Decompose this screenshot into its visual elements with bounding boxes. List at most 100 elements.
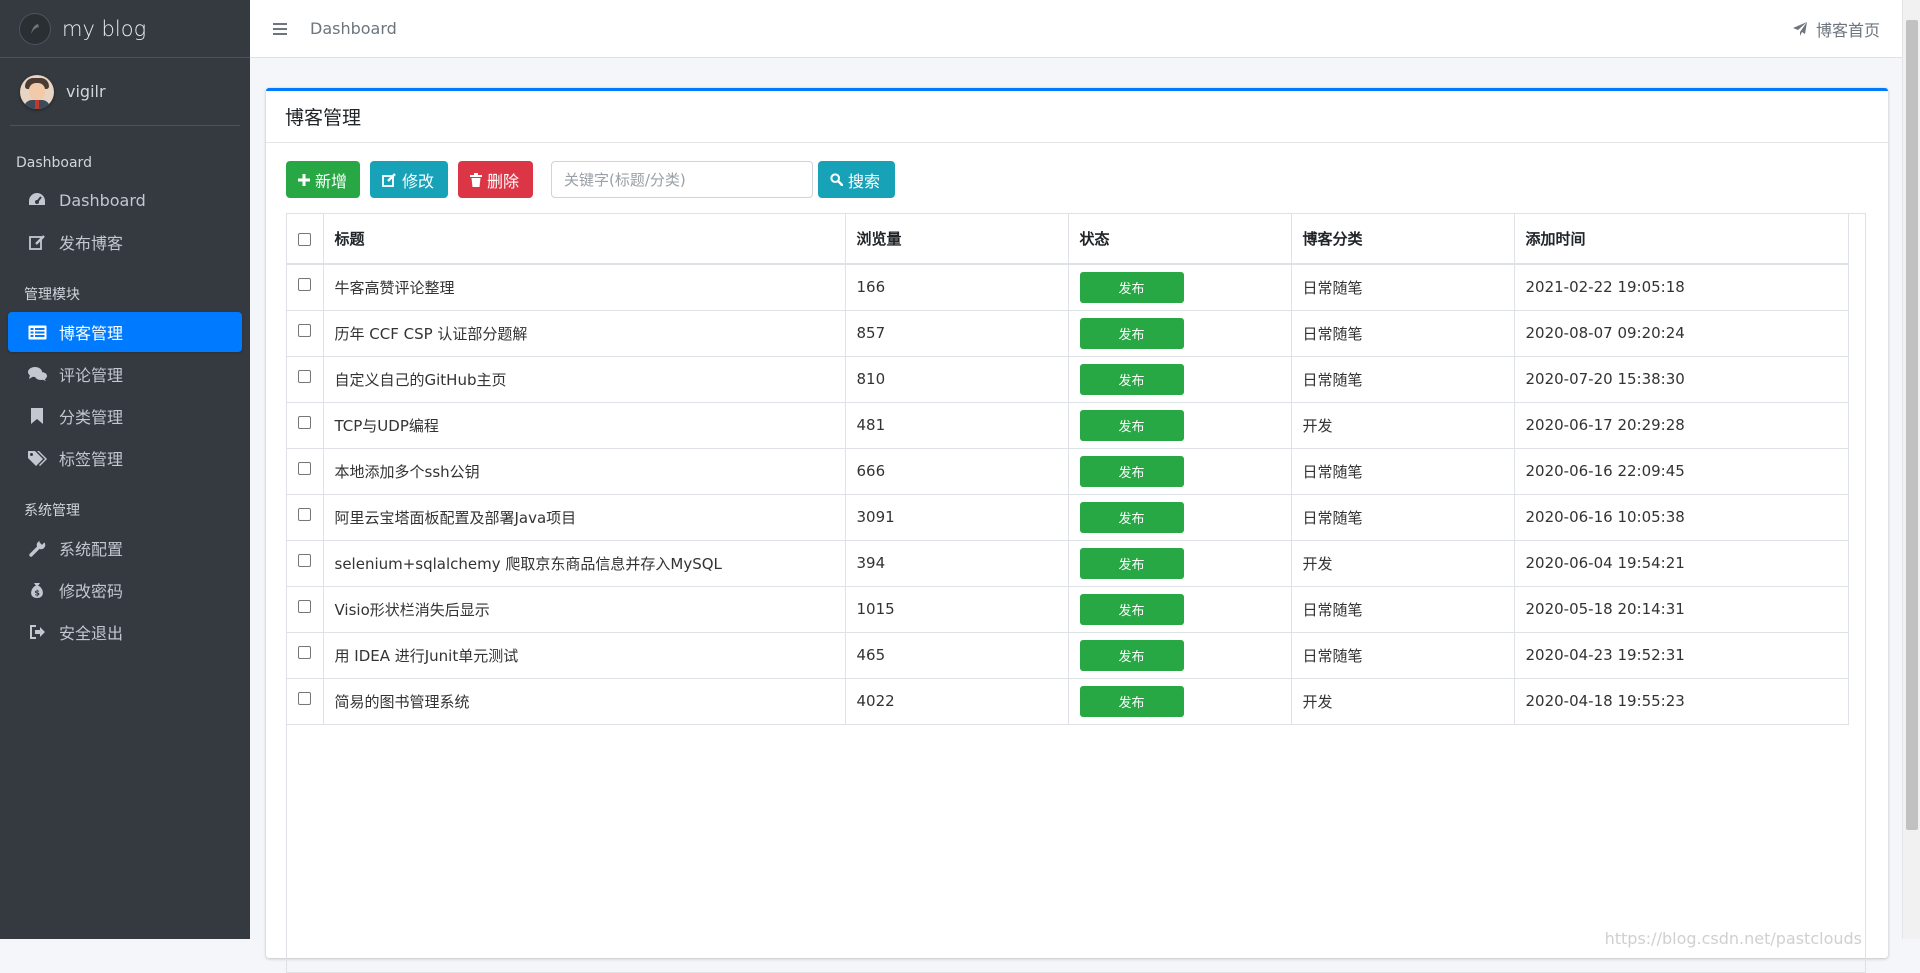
- delete-button[interactable]: 删除: [458, 161, 533, 198]
- cell-title: 历年 CCF CSP 认证部分题解: [323, 310, 846, 357]
- row-checkbox[interactable]: [298, 691, 312, 705]
- sidebar-item-publish-blog[interactable]: 发布博客: [8, 222, 242, 262]
- status-badge: 发布: [1079, 455, 1184, 487]
- page-scrollbar[interactable]: [1902, 0, 1920, 939]
- add-button[interactable]: 新增: [286, 161, 360, 198]
- sidebar-item-category-management[interactable]: 分类管理: [8, 396, 242, 436]
- row-checkbox[interactable]: [298, 369, 312, 383]
- header-title[interactable]: 标题: [323, 214, 846, 265]
- row-checkbox[interactable]: [298, 599, 312, 613]
- cell-added-time: 2020-04-18 19:55:23: [1514, 678, 1849, 725]
- cell-status: 发布: [1068, 494, 1292, 541]
- blog-home-link[interactable]: 博客首页: [1792, 0, 1880, 58]
- blog-table: 标题 浏览量 状态 博客分类 添加时间 牛客高赞评论整理 166 发布 日常随笔 202…: [287, 214, 1849, 725]
- cell-added-time: 2020-05-18 20:14:31: [1514, 586, 1849, 633]
- sidebar-item-system-config[interactable]: 系统配置: [8, 528, 242, 568]
- table-row[interactable]: 历年 CCF CSP 认证部分题解 857 发布 日常随笔 2020-08-07 09:…: [287, 310, 1849, 357]
- avatar: [20, 74, 54, 109]
- cell-status: 发布: [1068, 264, 1292, 311]
- row-checkbox[interactable]: [298, 645, 312, 659]
- cell-views: 3091: [845, 494, 1069, 541]
- table-row[interactable]: 简易的图书管理系统 4022 发布 开发 2020-04-18 19:55:23: [287, 678, 1849, 725]
- sidebar-item-label: 分类管理: [59, 408, 124, 427]
- table-row[interactable]: 阿里云宝塔面板配置及部署Java项目 3091 发布 日常随笔 2020-06-16 1…: [287, 494, 1849, 541]
- comments-icon: [27, 366, 47, 382]
- cell-added-time: 2021-02-22 19:05:18: [1514, 264, 1849, 311]
- row-checkbox[interactable]: [298, 415, 312, 429]
- sign-out-icon: [27, 624, 47, 640]
- user-name: vigilr: [66, 82, 106, 101]
- search-input[interactable]: [551, 161, 813, 198]
- row-select-cell: [287, 632, 324, 679]
- header-views[interactable]: 浏览量: [845, 214, 1069, 265]
- status-badge: 发布: [1079, 363, 1184, 395]
- cell-title: 本地添加多个ssh公钥: [323, 448, 846, 495]
- table-row[interactable]: Visio形状栏消失后显示 1015 发布 日常随笔 2020-05-18 20:14:…: [287, 586, 1849, 633]
- toolbar: 新增 修改 删除 搜索: [286, 161, 905, 198]
- sidebar-item-blog-management[interactable]: 博客管理: [8, 312, 242, 352]
- row-checkbox[interactable]: [298, 461, 312, 475]
- sidebar-item-label: 博客管理: [59, 324, 124, 343]
- row-checkbox[interactable]: [298, 553, 312, 567]
- sidebar-item-logout[interactable]: 安全退出: [8, 612, 242, 652]
- cell-category: 日常随笔: [1291, 356, 1515, 403]
- edit-button[interactable]: 修改: [370, 161, 448, 198]
- table-row[interactable]: 本地添加多个ssh公钥 666 发布 日常随笔 2020-06-16 22:09:45: [287, 448, 1849, 495]
- cell-category: 日常随笔: [1291, 310, 1515, 357]
- table-row[interactable]: 牛客高赞评论整理 166 发布 日常随笔 2021-02-22 19:05:18: [287, 264, 1849, 311]
- row-checkbox[interactable]: [298, 507, 312, 521]
- row-checkbox[interactable]: [298, 323, 312, 337]
- sidebar-item-comment-management[interactable]: 评论管理: [8, 354, 242, 394]
- edit-button-label: 修改: [402, 171, 435, 191]
- brand-link[interactable]: my blog: [0, 0, 250, 58]
- row-select-cell: [287, 356, 324, 403]
- cell-category: 日常随笔: [1291, 586, 1515, 633]
- search-button[interactable]: 搜索: [818, 161, 895, 198]
- cell-views: 465: [845, 632, 1069, 679]
- header-category[interactable]: 博客分类: [1291, 214, 1515, 265]
- trash-icon: [470, 172, 482, 187]
- cell-added-time: 2020-06-16 10:05:38: [1514, 494, 1849, 541]
- card-title: 博客管理: [266, 91, 1888, 143]
- table-row[interactable]: selenium+sqlalchemy 爬取京东商品信息并存入MySQL 394 发…: [287, 540, 1849, 587]
- scrollbar-thumb[interactable]: [1906, 20, 1918, 830]
- cell-category: 日常随笔: [1291, 632, 1515, 679]
- money-bag-icon: $: [27, 582, 47, 599]
- user-panel[interactable]: vigilr: [10, 58, 240, 126]
- row-select-cell: [287, 494, 324, 541]
- sidebar-item-tag-management[interactable]: 标签管理: [8, 438, 242, 478]
- status-badge: 发布: [1079, 593, 1184, 625]
- cell-title: 阿里云宝塔面板配置及部署Java项目: [323, 494, 846, 541]
- status-badge: 发布: [1079, 317, 1184, 349]
- cell-title: 自定义自己的GitHub主页: [323, 356, 846, 403]
- table-row[interactable]: 用 IDEA 进行Junit单元测试 465 发布 日常随笔 2020-04-23 19…: [287, 632, 1849, 679]
- plus-icon: [298, 173, 310, 186]
- hamburger-menu-icon[interactable]: [250, 22, 310, 35]
- row-checkbox[interactable]: [298, 278, 312, 291]
- row-select-cell: [287, 310, 324, 357]
- cell-views: 857: [845, 310, 1069, 357]
- sidebar-item-dashboard[interactable]: Dashboard: [8, 180, 242, 220]
- cell-status: 发布: [1068, 448, 1292, 495]
- cell-title: Visio形状栏消失后显示: [323, 586, 846, 633]
- row-select-cell: [287, 586, 324, 633]
- brand-name: my blog: [62, 16, 147, 41]
- list-icon: [27, 325, 47, 340]
- table-row[interactable]: TCP与UDP编程 481 发布 开发 2020-06-17 20:29:28: [287, 402, 1849, 449]
- cell-title: selenium+sqlalchemy 爬取京东商品信息并存入MySQL: [323, 540, 846, 587]
- header-added-time[interactable]: 添加时间: [1514, 214, 1849, 265]
- blog-management-card: 博客管理 新增 修改 删除 搜索: [266, 88, 1888, 973]
- nav-link-dashboard[interactable]: Dashboard: [310, 19, 397, 38]
- cell-views: 666: [845, 448, 1069, 495]
- table-row[interactable]: 自定义自己的GitHub主页 810 发布 日常随笔 2020-07-20 15:38:…: [287, 356, 1849, 403]
- cell-title: TCP与UDP编程: [323, 402, 846, 449]
- nav-header-management: 管理模块: [24, 287, 80, 303]
- cell-title: 简易的图书管理系统: [323, 678, 846, 725]
- wrench-icon: [27, 539, 47, 557]
- select-all-checkbox[interactable]: [298, 232, 312, 246]
- tachometer-icon: [27, 192, 47, 208]
- sidebar-item-change-password[interactable]: $ 修改密码: [8, 570, 242, 610]
- edit-icon: [27, 234, 47, 250]
- header-status[interactable]: 状态: [1068, 214, 1292, 265]
- delete-button-label: 删除: [487, 171, 520, 191]
